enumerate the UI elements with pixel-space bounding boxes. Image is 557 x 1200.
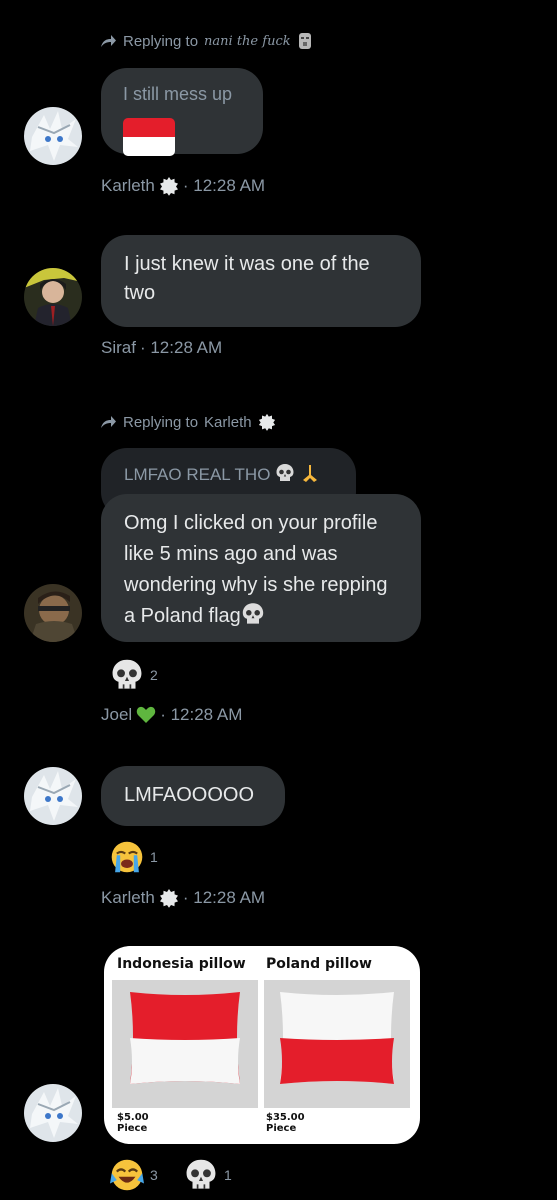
indonesia-flag-icon <box>123 118 175 156</box>
pillow-card-indonesia: Indonesia pillow $5.00 Piece <box>112 956 258 1134</box>
avatar[interactable] <box>24 1084 82 1142</box>
quoted-text: LMFAO REAL THO <box>124 465 271 484</box>
price: $5.00 <box>117 1112 149 1123</box>
reply-arrow-icon <box>101 35 116 47</box>
timestamp: · 12:28 AM <box>139 338 223 357</box>
sender-name[interactable]: Joel <box>101 705 132 725</box>
reaction-count: 1 <box>224 1167 232 1183</box>
reply-arrow-icon <box>101 416 116 428</box>
sender-name[interactable]: Karleth <box>101 888 155 908</box>
message-meta: Siraf · 12:28 AM <box>101 338 222 358</box>
skull-emoji-icon <box>112 659 142 689</box>
reaction-count: 3 <box>150 1167 158 1183</box>
price: $35.00 <box>266 1112 305 1123</box>
reply-indicator: Replying to Karleth <box>100 413 276 431</box>
pillow-photo <box>264 980 410 1108</box>
avatar[interactable] <box>24 584 82 642</box>
message-meta: Joel · 12:28 AM <box>101 705 242 725</box>
avatar[interactable] <box>24 268 82 326</box>
message-bubble[interactable]: I still mess up <box>101 68 263 156</box>
message-meta: Karleth · 12:28 AM <box>101 888 265 908</box>
message-meta: Karleth · 12:28 AM <box>101 176 265 196</box>
message-bubble[interactable]: I just knew it was one of the two <box>101 235 421 327</box>
message-bubble[interactable]: LMFAOOOOO <box>101 766 285 826</box>
reply-prefix: Replying to <box>123 32 199 50</box>
price-unit: Piece <box>266 1123 297 1134</box>
price-unit: Piece <box>117 1123 148 1134</box>
reaction-count: 1 <box>150 849 158 865</box>
verified-badge-icon <box>258 413 275 431</box>
sender-name[interactable]: Karleth <box>101 176 155 196</box>
message-bubble[interactable]: Omg I clicked on your profile like 5 min… <box>101 494 421 642</box>
pillow-photo <box>112 980 258 1108</box>
loudly-crying-emoji-icon <box>111 841 143 873</box>
praying-hands-emoji-icon <box>302 465 317 482</box>
reply-target[interactable]: nani the fuck <box>204 34 291 49</box>
image-attachment[interactable]: Indonesia pillow $5.00 Piece Poland pill… <box>104 946 420 1144</box>
avatar[interactable] <box>24 767 82 825</box>
pillow-title: Poland pillow <box>266 956 372 972</box>
pillow-title: Indonesia pillow <box>117 956 246 972</box>
verified-badge-icon <box>159 177 178 196</box>
skull-emoji-icon <box>186 1159 216 1189</box>
reaction-count: 2 <box>150 667 158 683</box>
timestamp: · 12:28 AM <box>160 705 243 724</box>
sender-name[interactable]: Siraf <box>101 338 136 358</box>
green-heart-icon <box>136 706 156 723</box>
timestamp: · 12:28 AM <box>182 176 266 195</box>
timestamp: · 12:28 AM <box>182 888 266 907</box>
skull-emoji-icon <box>276 464 294 481</box>
verified-badge-icon <box>159 889 178 908</box>
pillow-card-poland: Poland pillow $35.00 Piece <box>264 956 412 1134</box>
skull-emoji-icon <box>242 603 263 624</box>
reply-prefix: Replying to <box>123 413 199 431</box>
reply-target[interactable]: Karleth <box>204 414 252 431</box>
reaction[interactable]: 1 <box>184 1158 232 1192</box>
reaction[interactable]: 3 <box>110 1158 158 1192</box>
reaction[interactable]: 2 <box>110 658 158 692</box>
face-with-tears-of-joy-emoji-icon <box>110 1159 144 1191</box>
reaction[interactable]: 1 <box>110 840 158 874</box>
moai-icon <box>298 33 311 49</box>
avatar[interactable] <box>24 107 82 165</box>
message-text: I still mess up <box>123 84 233 104</box>
reply-indicator: Replying to nani the fuck <box>100 32 313 50</box>
